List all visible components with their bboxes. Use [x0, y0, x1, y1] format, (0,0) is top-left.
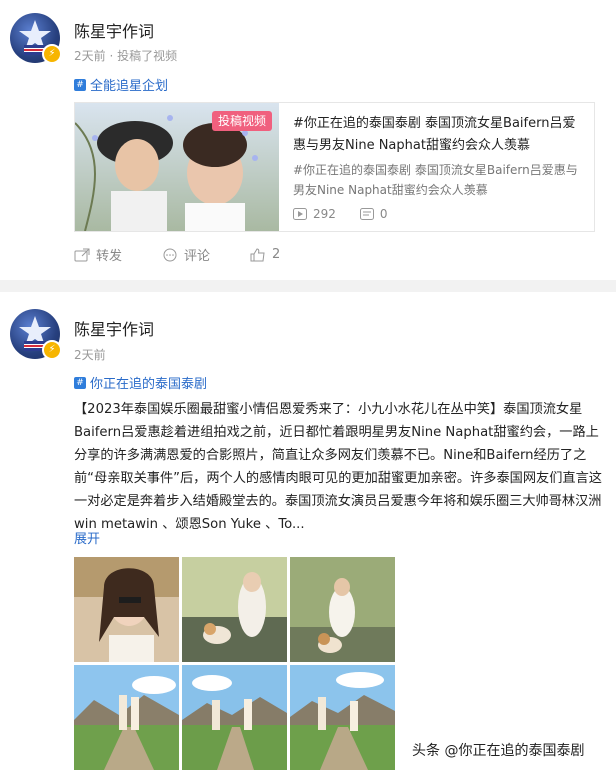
watermark: 头条 @你正在追的泰国泰剧 [412, 743, 585, 759]
topic-label: 你正在追的泰国泰剧 [90, 377, 208, 392]
photo-thumbnail[interactable] [182, 557, 287, 662]
play-count-value: 292 [313, 207, 336, 221]
post-text: 【2023年泰国娱乐圈最甜蜜小情侣恩爱秀来了：小九小水花儿在丛中笑】泰国顶流女星… [74, 402, 602, 532]
repost-button[interactable]: 转发 [74, 245, 122, 264]
author-name[interactable]: 陈星宇作词 [74, 316, 154, 340]
comment-count: 0 [359, 207, 388, 221]
video-tag: 投稿视频 [212, 111, 273, 131]
thumbs-up-icon [250, 247, 265, 261]
feed-post: ⚡ 陈星宇作词 2天前 # 你正在追的泰国泰剧 【2023年泰国娱乐圈最甜蜜小情… [0, 292, 616, 773]
repost-label: 转发 [96, 249, 123, 264]
play-count: 292 [293, 207, 336, 221]
post-meta: 2天前 [74, 348, 106, 362]
author-name[interactable]: 陈星宇作词 [74, 18, 154, 42]
comment-count-value: 0 [379, 207, 388, 221]
repost-icon [74, 248, 90, 261]
topic-link[interactable]: # 你正在追的泰国泰剧 [74, 373, 207, 392]
comment-button[interactable]: 评论 [162, 245, 210, 264]
photo-thumbnail[interactable] [290, 665, 395, 770]
play-icon [293, 208, 307, 220]
photo-thumbnail[interactable] [182, 665, 287, 770]
post-divider [0, 280, 616, 292]
like-button[interactable]: 2 [250, 245, 280, 264]
photo-thumbnail[interactable] [74, 557, 179, 662]
photo-thumbnail[interactable] [74, 665, 179, 770]
verified-badge-icon: ⚡ [42, 44, 62, 64]
comment-bubble-icon [163, 248, 177, 261]
comment-label: 评论 [184, 249, 211, 264]
video-description: #你正在追的泰国泰剧 泰国顶流女星Baifern吕爱惠与男友Nine Napha… [293, 163, 578, 197]
video-stats: 292 0 [293, 207, 388, 221]
feed-post: ⚡ 陈星宇作词 2天前 · 投稿了视频 # 全能追星企划 投稿视频 #你正在追的… [0, 0, 616, 280]
hashtag-icon: # [74, 376, 86, 389]
video-title[interactable]: #你正在追的泰国泰剧 泰国顶流女星Baifern吕爱惠与男友Nine Napha… [293, 113, 583, 157]
post-actions: 转发 评论 2 [74, 245, 280, 264]
like-count: 2 [272, 247, 281, 262]
post-meta: 2天前 · 投稿了视频 [74, 49, 178, 63]
hashtag-icon: # [74, 78, 86, 91]
topic-link[interactable]: # 全能追星企划 [74, 75, 168, 94]
photo-thumbnail[interactable] [290, 557, 395, 662]
comment-icon [359, 208, 374, 220]
video-thumbnail[interactable]: 投稿视频 [75, 103, 279, 231]
video-card[interactable]: 投稿视频 #你正在追的泰国泰剧 泰国顶流女星Baifern吕爱惠与男友Nine … [74, 102, 595, 232]
expand-link[interactable]: 展开 [74, 528, 100, 547]
topic-label: 全能追星企划 [90, 79, 169, 94]
verified-badge-icon: ⚡ [42, 340, 62, 360]
